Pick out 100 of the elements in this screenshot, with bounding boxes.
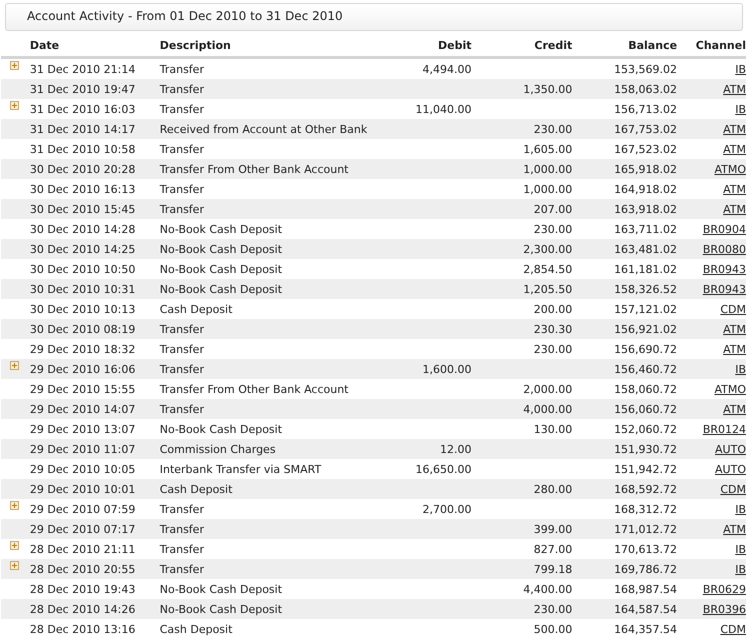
balance-cell: 163,711.02 <box>614 222 678 236</box>
credit-cell: 230.00 <box>534 602 572 616</box>
description-cell: Received from Account at Other Bank <box>160 122 368 136</box>
description-cell: No-Book Cash Deposit <box>160 262 282 276</box>
description-cell: Interbank Transfer via SMART <box>160 462 322 476</box>
credit-cell: 500.00 <box>534 622 572 636</box>
expand-icon[interactable] <box>10 61 19 70</box>
date-cell: 28 Dec 2010 14:26 <box>30 602 136 616</box>
credit-cell: 4,400.00 <box>523 582 572 596</box>
date-cell: 28 Dec 2010 20:55 <box>30 562 136 576</box>
column-header: Credit <box>472 35 572 58</box>
date-cell: 29 Dec 2010 13:07 <box>30 422 136 436</box>
balance-cell: 165,918.02 <box>614 162 678 176</box>
date-cell: 30 Dec 2010 10:31 <box>30 282 136 296</box>
description-cell: No-Book Cash Deposit <box>160 242 282 256</box>
credit-cell: 200.00 <box>534 302 572 316</box>
channel-link[interactable]: IB <box>735 562 746 576</box>
balance-cell: 156,060.72 <box>614 402 678 416</box>
date-cell: 29 Dec 2010 07:59 <box>30 502 136 516</box>
debit-cell: 2,700.00 <box>422 502 472 516</box>
date-cell: 30 Dec 2010 16:13 <box>30 182 136 196</box>
channel-link[interactable]: ATM <box>723 142 746 156</box>
credit-cell: 207.00 <box>534 202 572 216</box>
date-cell: 29 Dec 2010 07:17 <box>30 522 136 536</box>
date-cell: 29 Dec 2010 18:32 <box>30 342 136 356</box>
balance-cell: 161,181.02 <box>614 262 678 276</box>
channel-link[interactable]: BR0124 <box>702 422 746 436</box>
balance-cell: 168,987.54 <box>614 582 678 596</box>
balance-cell: 164,587.54 <box>614 602 678 616</box>
description-cell: Transfer <box>160 202 204 216</box>
expand-icon[interactable] <box>10 101 19 110</box>
description-cell: Transfer <box>160 502 204 516</box>
description-cell: Transfer From Other Bank Account <box>160 382 348 396</box>
balance-cell: 156,690.72 <box>614 342 678 356</box>
description-cell: Transfer From Other Bank Account <box>160 162 348 176</box>
date-cell: 29 Dec 2010 16:06 <box>30 362 136 376</box>
debit-cell: 16,650.00 <box>416 462 472 476</box>
panel-title: Account Activity - From 01 Dec 2010 to 31 Dec 2010 <box>5 3 743 31</box>
channel-link[interactable]: IB <box>735 362 746 376</box>
description-cell: Transfer <box>160 182 204 196</box>
credit-cell: 1,000.00 <box>523 162 572 176</box>
channel-link[interactable]: BR0943 <box>702 262 746 276</box>
description-cell: No-Book Cash Deposit <box>160 422 282 436</box>
description-cell: No-Book Cash Deposit <box>160 282 282 296</box>
channel-link[interactable]: ATM <box>723 342 746 356</box>
expand-icon[interactable] <box>10 361 19 370</box>
balance-cell: 156,713.02 <box>614 102 678 116</box>
channel-link[interactable]: IB <box>735 502 746 516</box>
expand-icon[interactable] <box>10 501 19 510</box>
channel-link[interactable]: IB <box>735 102 746 116</box>
credit-cell: 4,000.00 <box>523 402 572 416</box>
date-cell: 30 Dec 2010 10:13 <box>30 302 136 316</box>
credit-cell: 230.00 <box>534 222 572 236</box>
date-cell: 29 Dec 2010 10:05 <box>30 462 136 476</box>
balance-cell: 164,918.02 <box>614 182 678 196</box>
expand-icon[interactable] <box>10 561 19 570</box>
description-cell: Transfer <box>160 362 204 376</box>
balance-cell: 151,942.72 <box>614 462 678 476</box>
description-cell: No-Book Cash Deposit <box>160 582 282 596</box>
debit-cell: 1,600.00 <box>422 362 472 376</box>
channel-link[interactable]: CDM <box>720 302 746 316</box>
description-cell: Transfer <box>160 522 204 536</box>
credit-cell: 399.00 <box>534 522 572 536</box>
date-cell: 28 Dec 2010 21:11 <box>30 542 136 556</box>
description-cell: Cash Deposit <box>160 482 232 496</box>
balance-cell: 157,121.02 <box>614 302 678 316</box>
credit-cell: 230.00 <box>534 122 572 136</box>
date-cell: 31 Dec 2010 21:14 <box>30 62 136 76</box>
debit-cell: 4,494.00 <box>422 62 472 76</box>
credit-cell: 2,854.50 <box>523 262 572 276</box>
balance-cell: 158,060.72 <box>614 382 678 396</box>
channel-link[interactable]: BR0629 <box>702 582 746 596</box>
balance-cell: 169,786.72 <box>614 562 678 576</box>
credit-cell: 2,000.00 <box>523 382 572 396</box>
date-cell: 30 Dec 2010 10:50 <box>30 262 136 276</box>
column-header: Balance <box>572 35 678 58</box>
date-cell: 31 Dec 2010 16:03 <box>30 102 136 116</box>
channel-link[interactable]: CDM <box>720 622 746 636</box>
balance-cell: 171,012.72 <box>614 522 678 536</box>
balance-cell: 168,312.72 <box>614 502 678 516</box>
channel-link[interactable]: IB <box>735 62 746 76</box>
balance-cell: 153,569.02 <box>614 62 678 76</box>
description-cell: Transfer <box>160 342 204 356</box>
expand-icon[interactable] <box>10 541 19 550</box>
channel-link[interactable]: BR0904 <box>702 222 746 236</box>
channel-link[interactable]: ATMO <box>714 382 746 396</box>
description-cell: Transfer <box>160 82 204 96</box>
credit-cell: 1,605.00 <box>523 142 572 156</box>
description-cell: Transfer <box>160 402 204 416</box>
channel-link[interactable]: IB <box>735 542 746 556</box>
date-cell: 28 Dec 2010 19:43 <box>30 582 136 596</box>
date-cell: 30 Dec 2010 14:25 <box>30 242 136 256</box>
description-cell: Transfer <box>160 542 204 556</box>
column-header: Date <box>30 35 160 58</box>
date-cell: 31 Dec 2010 10:58 <box>30 142 136 156</box>
balance-cell: 170,613.72 <box>614 542 678 556</box>
credit-cell: 230.30 <box>534 322 572 336</box>
channel-link[interactable]: AUTO <box>715 462 746 476</box>
channel-link[interactable]: ATM <box>723 182 746 196</box>
debit-cell: 11,040.00 <box>416 102 472 116</box>
